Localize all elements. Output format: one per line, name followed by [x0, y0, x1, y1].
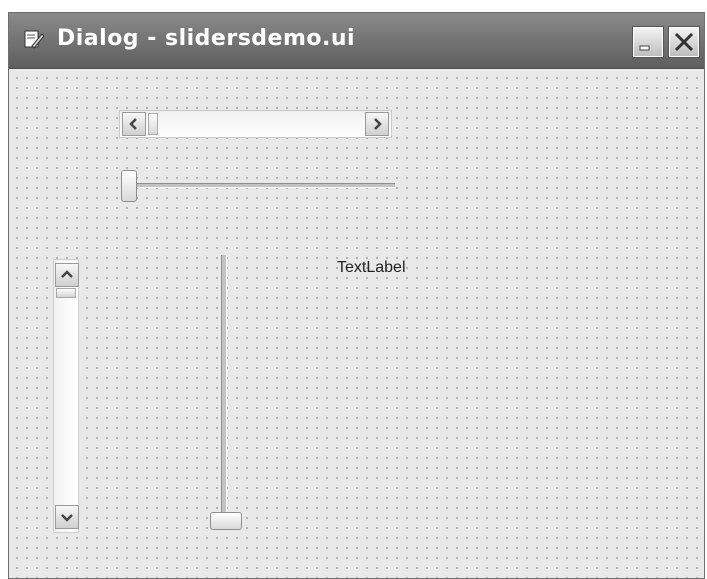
scroll-left-button[interactable]	[122, 112, 146, 136]
vertical-slider-handle[interactable]	[210, 512, 242, 530]
vertical-slider-groove[interactable]	[221, 255, 227, 521]
text-label: TextLabel	[337, 259, 406, 276]
dialog-window: Dialog - slidersdemo.ui TextLabel	[8, 12, 705, 579]
chevron-right-icon	[366, 113, 388, 135]
chevron-left-icon	[123, 113, 145, 135]
form-canvas[interactable]: TextLabel	[9, 69, 704, 578]
scroll-down-button[interactable]	[55, 505, 79, 529]
horizontal-scrollbar-thumb[interactable]	[148, 113, 158, 135]
scroll-right-button[interactable]	[365, 112, 389, 136]
window-title: Dialog - slidersdemo.ui	[57, 26, 356, 51]
close-icon	[670, 28, 698, 56]
chevron-down-icon	[56, 506, 78, 528]
chevron-up-icon	[56, 264, 78, 286]
scroll-up-button[interactable]	[55, 263, 79, 287]
horizontal-slider-groove[interactable]	[123, 183, 395, 188]
vertical-scrollbar-thumb[interactable]	[56, 288, 76, 298]
designer-form-icon	[23, 28, 45, 50]
vertical-scrollbar[interactable]	[53, 259, 79, 533]
title-bar[interactable]: Dialog - slidersdemo.ui	[9, 13, 704, 69]
horizontal-scrollbar[interactable]	[119, 110, 392, 138]
minimize-icon	[634, 28, 662, 56]
close-button[interactable]	[669, 27, 699, 57]
minimize-button[interactable]	[633, 27, 663, 57]
horizontal-slider-handle[interactable]	[121, 170, 137, 202]
